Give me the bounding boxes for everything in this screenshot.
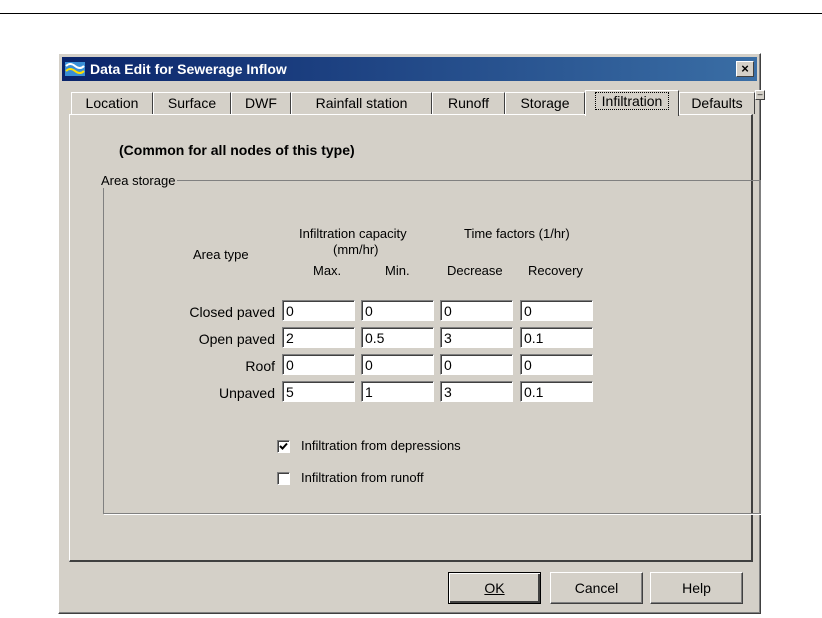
- tab-storage[interactable]: Storage: [505, 92, 585, 114]
- cancel-label: Cancel: [574, 580, 619, 596]
- close-button[interactable]: ×: [736, 61, 754, 77]
- cancel-button[interactable]: Cancel: [550, 572, 643, 604]
- min-header: Min.: [385, 263, 410, 278]
- max-header: Max.: [313, 263, 342, 278]
- tab-surface[interactable]: Surface: [153, 92, 231, 114]
- runoff-checkbox[interactable]: [277, 472, 290, 485]
- row-label-unpaved: Unpaved: [218, 385, 275, 401]
- data-edit-dialog: Data Edit for Sewerage Inflow × Location…: [58, 53, 765, 614]
- tab-label: Surface: [167, 95, 217, 111]
- common-note: (Common for all nodes of this type): [119, 142, 355, 158]
- tab-strip: Location Surface DWF Rainfall station Ru…: [69, 90, 765, 116]
- tab-label: Rainfall station: [315, 95, 408, 111]
- roof-recovery-field[interactable]: 0: [520, 354, 593, 375]
- decrease-header: Decrease: [447, 263, 503, 278]
- open-paved-recovery-field[interactable]: 0.1: [520, 327, 593, 348]
- network-icon: [65, 62, 85, 76]
- tab-defaults[interactable]: Defaults: [679, 92, 755, 114]
- tab-label: Storage: [520, 95, 570, 111]
- tab-label: DWF: [245, 95, 277, 111]
- tab-dwf[interactable]: DWF: [231, 92, 291, 114]
- closed-paved-recovery-field[interactable]: 0: [520, 300, 593, 321]
- page-rule: [0, 13, 822, 14]
- roof-decrease-field[interactable]: 0: [440, 354, 513, 375]
- depressions-checkbox[interactable]: [277, 440, 290, 453]
- row-label-roof: Roof: [245, 358, 275, 374]
- unpaved-decrease-field[interactable]: 3: [440, 381, 513, 402]
- open-paved-decrease-field[interactable]: 3: [440, 327, 513, 348]
- depressions-label[interactable]: Infiltration from depressions: [301, 438, 461, 453]
- close-icon: ×: [741, 61, 749, 76]
- tab-infiltration[interactable]: Infiltration: [585, 90, 679, 116]
- ok-button[interactable]: OK: [448, 572, 541, 604]
- area-storage-label: Area storage: [99, 173, 178, 188]
- title-bar[interactable]: Data Edit for Sewerage Inflow ×: [62, 57, 757, 81]
- window-title: Data Edit for Sewerage Inflow: [90, 61, 287, 77]
- tab-label: Defaults: [691, 95, 743, 111]
- recovery-header: Recovery: [528, 263, 583, 278]
- open-paved-max-field[interactable]: 2: [282, 327, 355, 348]
- scroll-icon: –: [757, 89, 763, 99]
- tab-label: Runoff: [448, 95, 489, 111]
- roof-max-field[interactable]: 0: [282, 354, 355, 375]
- area-type-header: Area type: [193, 247, 249, 262]
- infiltration-unit-header: (mm/hr): [333, 242, 379, 257]
- tab-scroll-button[interactable]: –: [755, 90, 765, 100]
- unpaved-recovery-field[interactable]: 0.1: [520, 381, 593, 402]
- ok-label: OK: [484, 580, 505, 596]
- tab-location[interactable]: Location: [71, 92, 153, 114]
- help-label: Help: [682, 580, 711, 596]
- tab-rainfall-station[interactable]: Rainfall station: [291, 92, 432, 114]
- runoff-label[interactable]: Infiltration from runoff: [301, 470, 424, 485]
- closed-paved-max-field[interactable]: 0: [282, 300, 355, 321]
- tab-label: Infiltration: [594, 92, 670, 110]
- unpaved-min-field[interactable]: 1: [361, 381, 434, 402]
- help-button[interactable]: Help: [650, 572, 743, 604]
- time-factors-header: Time factors (1/hr): [464, 226, 570, 241]
- roof-min-field[interactable]: 0: [361, 354, 434, 375]
- infiltration-capacity-header: Infiltration capacity: [299, 226, 407, 241]
- closed-paved-decrease-field[interactable]: 0: [440, 300, 513, 321]
- check-icon: [279, 442, 288, 450]
- row-label-open-paved: Open paved: [198, 331, 275, 347]
- tab-runoff[interactable]: Runoff: [432, 92, 505, 114]
- open-paved-min-field[interactable]: 0.5: [361, 327, 434, 348]
- row-label-closed-paved: Closed paved: [189, 304, 275, 320]
- unpaved-max-field[interactable]: 5: [282, 381, 355, 402]
- closed-paved-min-field[interactable]: 0: [361, 300, 434, 321]
- tab-label: Location: [85, 95, 139, 111]
